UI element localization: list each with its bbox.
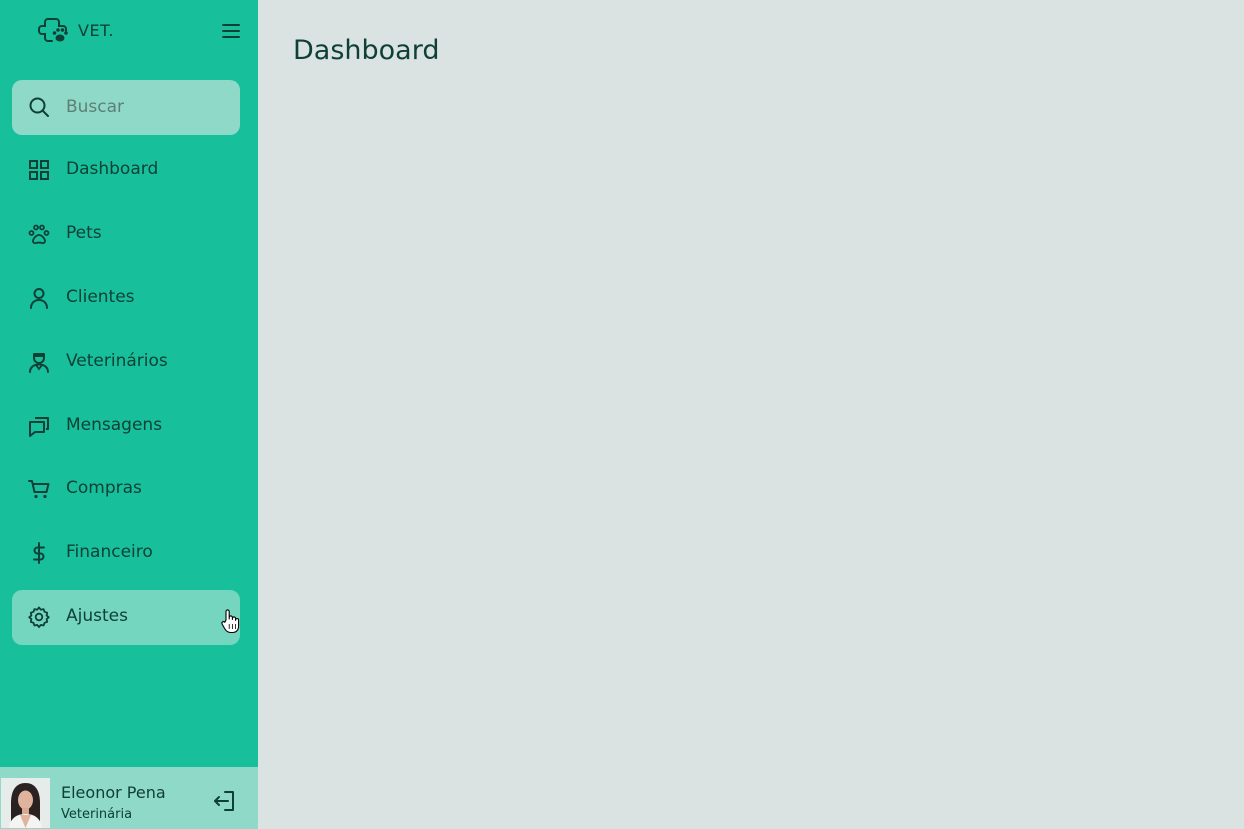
- sidebar-item-veterinarios[interactable]: Veterinários: [12, 335, 240, 390]
- sidebar-item-label: Financeiro: [66, 542, 153, 562]
- avatar[interactable]: [1, 778, 50, 828]
- search-input[interactable]: [66, 92, 226, 122]
- sidebar-item-label: Clientes: [66, 287, 135, 307]
- sidebar-item-dashboard[interactable]: Dashboard: [12, 143, 240, 198]
- sidebar-item-label: Ajustes: [66, 606, 128, 626]
- hamburger-menu-icon[interactable]: [220, 20, 242, 42]
- sidebar-item-compras[interactable]: Compras: [12, 462, 240, 517]
- user-icon: [30, 288, 48, 309]
- sidebar-item-label: Mensagens: [66, 415, 163, 435]
- user-profile-bar: Eleonor Pena Veterinária: [0, 767, 258, 829]
- brand-name: VET.: [78, 20, 115, 40]
- sidebar-item-label: Pets: [66, 223, 102, 243]
- sidebar-item-ajustes[interactable]: Ajustes: [12, 590, 240, 645]
- user-role: Veterinária: [61, 807, 133, 822]
- sidebar-item-label: Compras: [66, 478, 142, 498]
- hand-cursor-icon: [221, 609, 240, 634]
- paw-icon: [28, 224, 50, 245]
- sidebar-item-label: Veterinários: [66, 351, 168, 371]
- chat-icon: [29, 417, 49, 437]
- dollar-icon: [33, 542, 45, 564]
- sidebar-item-financeiro[interactable]: Financeiro: [12, 526, 240, 581]
- search-box[interactable]: [12, 80, 240, 135]
- sidebar-item-mensagens[interactable]: Mensagens: [12, 399, 240, 454]
- avatar-image: [1, 778, 50, 828]
- doctor-icon: [29, 353, 49, 373]
- logout-icon[interactable]: [212, 788, 238, 814]
- grid-icon: [29, 160, 49, 180]
- sidebar-item-clientes[interactable]: Clientes: [12, 271, 240, 326]
- sidebar-item-label: Dashboard: [66, 159, 159, 179]
- search-icon: [29, 97, 49, 117]
- brand[interactable]: VET.: [38, 16, 114, 44]
- gear-icon: [28, 606, 50, 628]
- paw-cross-logo-icon: [38, 18, 68, 42]
- page-title: Dashboard: [293, 35, 440, 66]
- user-name: Eleonor Pena: [61, 783, 166, 802]
- cart-icon: [28, 480, 50, 499]
- sidebar: VET. Dashboard Pets: [0, 0, 258, 829]
- sidebar-item-pets[interactable]: Pets: [12, 207, 240, 262]
